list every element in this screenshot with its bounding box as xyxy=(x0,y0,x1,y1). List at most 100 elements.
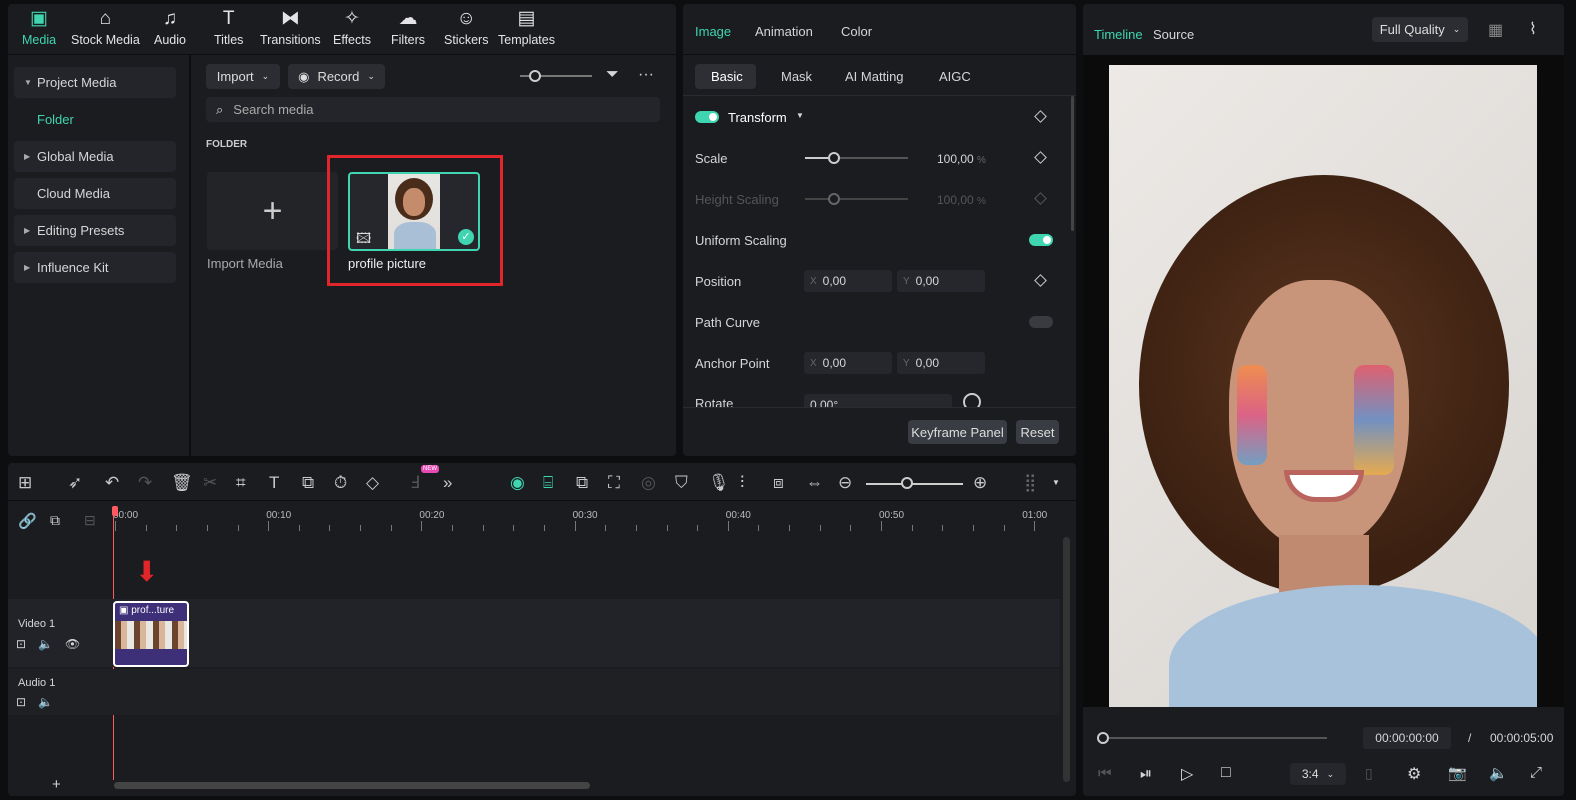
timeline-v-scrollbar[interactable] xyxy=(1063,537,1070,782)
volume-icon[interactable]: 🔈 xyxy=(1489,764,1508,782)
media-clip-thumbnail[interactable]: 🖾 ✓ xyxy=(348,172,480,251)
zoom-in-icon[interactable]: ⊕ xyxy=(973,473,987,493)
select-tool-icon[interactable]: ➶ xyxy=(68,473,82,493)
video-track-controls[interactable]: ⊡🔈👁 xyxy=(16,637,92,651)
position-x-field[interactable]: X 0,00 xyxy=(804,270,892,292)
sidebar-item-project-media[interactable]: ▼ Project Media xyxy=(14,67,176,98)
shape-icon[interactable]: ⧉ xyxy=(302,473,314,493)
import-media-tile[interactable]: + xyxy=(207,172,338,250)
toolbar-templates[interactable]: ▤ Templates xyxy=(498,8,555,47)
zoom-out-icon[interactable]: ⊖ xyxy=(838,473,852,493)
snap-icon[interactable]: ⌸ xyxy=(543,473,553,493)
undo-icon[interactable]: ↶ xyxy=(105,473,119,493)
toolbar-stickers[interactable]: ☺ Stickers xyxy=(444,8,488,47)
rotate-dial-icon[interactable] xyxy=(963,393,981,407)
more-icon[interactable]: ··· xyxy=(638,66,654,84)
subtab-ai-matting[interactable]: AI Matting xyxy=(845,69,904,84)
tab-animation[interactable]: Animation xyxy=(755,24,813,39)
toolbar-filters[interactable]: ☁ Filters xyxy=(391,8,425,47)
audio-track-controls[interactable]: ⊡🔈 xyxy=(16,695,65,709)
link-icon[interactable]: 🔗 xyxy=(18,512,37,530)
preview-progress-knob[interactable] xyxy=(1097,732,1109,744)
lock-icon[interactable]: ⊡ xyxy=(16,637,38,651)
filter-icon[interactable]: ⏷ xyxy=(606,66,619,84)
anchor-y-field[interactable]: Y 0,00 xyxy=(897,352,985,374)
sidebar-item-editing-presets[interactable]: ▶ Editing Presets xyxy=(14,215,176,246)
crop-icon[interactable]: ⌗ xyxy=(236,473,246,493)
caret-down-icon[interactable]: ▼ xyxy=(1052,478,1060,487)
timeline-zoom-slider[interactable] xyxy=(866,483,963,485)
scale-knob[interactable] xyxy=(828,152,840,164)
caret-down-icon[interactable]: ▼ xyxy=(796,111,804,120)
timeline-h-scrollbar[interactable] xyxy=(114,782,590,789)
play-icon[interactable]: ▷ xyxy=(1181,764,1193,784)
search-input[interactable]: ⌕ Search media xyxy=(206,97,660,122)
toolbar-media[interactable]: ▣ Media xyxy=(22,8,56,47)
current-time-field[interactable]: 00:00:00:00 xyxy=(1363,727,1451,749)
step-forward-icon[interactable]: ⏯ xyxy=(1140,765,1152,782)
tab-timeline[interactable]: Timeline xyxy=(1094,27,1143,42)
import-dropdown[interactable]: Import ⌄ xyxy=(206,64,280,89)
inspector-scrollbar[interactable] xyxy=(1071,96,1074,231)
tab-image[interactable]: Image xyxy=(695,24,731,39)
shield-icon[interactable]: ⛉ xyxy=(675,473,688,493)
export-clip-icon[interactable]: ⧉ xyxy=(576,473,588,493)
path-curve-toggle[interactable] xyxy=(1029,316,1053,328)
more-tools-icon[interactable]: » xyxy=(443,473,452,493)
preview-progress-bar[interactable] xyxy=(1103,737,1327,739)
quality-dropdown[interactable]: Full Quality ⌄ xyxy=(1372,17,1468,42)
rotate-field[interactable]: 0,00° xyxy=(804,394,952,407)
mixer-icon[interactable]: ⫶ xyxy=(740,473,744,493)
toolbar-effects[interactable]: ✧ Effects xyxy=(333,8,371,47)
subtab-aigc[interactable]: AIGC xyxy=(939,69,971,84)
speaker-icon[interactable]: 🔈 xyxy=(38,695,65,709)
timeline-zoom-knob[interactable] xyxy=(901,477,913,489)
grid-handle-icon[interactable]: ⣿ xyxy=(1024,473,1036,493)
uniform-scaling-toggle[interactable] xyxy=(1029,234,1053,246)
sidebar-item-cloud-media[interactable]: Cloud Media xyxy=(14,178,176,209)
toolbar-stock-media[interactable]: ⌂ Stock Media xyxy=(71,8,140,47)
subtab-mask[interactable]: Mask xyxy=(781,69,812,84)
video-clip[interactable]: ▣ prof...ture xyxy=(113,601,189,667)
layout-icon[interactable]: ⊞ xyxy=(18,473,32,493)
image-tool-icon[interactable]: ⛶ xyxy=(608,473,620,493)
ai-copilot-icon[interactable]: ◉ xyxy=(510,473,525,493)
tab-source[interactable]: Source xyxy=(1153,27,1194,42)
snapshot-icon[interactable]: 📷 xyxy=(1448,764,1467,782)
toolbar-audio[interactable]: ♫ Audio xyxy=(154,8,186,47)
text-tool-icon[interactable]: T xyxy=(269,473,279,493)
reset-button[interactable]: Reset xyxy=(1016,420,1059,444)
record-dropdown[interactable]: ◉ Record ⌄ xyxy=(288,64,385,89)
ai-tool-icon[interactable]: Ⅎ xyxy=(410,473,420,493)
lock-icon[interactable]: ⊡ xyxy=(16,695,38,709)
eye-icon[interactable]: 👁 xyxy=(65,637,92,651)
toolbar-transitions[interactable]: ⧓ Transitions xyxy=(260,8,321,47)
microphone-icon[interactable]: 🎙 xyxy=(708,473,730,493)
scope-icon[interactable]: ⌇ xyxy=(1529,19,1537,39)
sidebar-item-folder[interactable]: Folder xyxy=(37,112,74,127)
subtab-basic[interactable]: Basic xyxy=(711,69,743,84)
position-y-field[interactable]: Y 0,00 xyxy=(897,270,985,292)
prev-frame-icon[interactable]: ⏮ xyxy=(1098,765,1112,782)
sidebar-item-global-media[interactable]: ▶ Global Media xyxy=(14,141,176,172)
transform-toggle[interactable] xyxy=(695,111,719,123)
slider-knob[interactable] xyxy=(529,70,541,82)
add-track-button[interactable]: + xyxy=(52,776,61,793)
speaker-icon[interactable]: 🔈 xyxy=(38,637,65,651)
scale-value[interactable]: 100,00 % xyxy=(937,152,986,166)
track-layout-icon[interactable]: ⊟ xyxy=(84,512,96,529)
replace-icon[interactable]: ⧈ xyxy=(773,473,784,493)
stop-icon[interactable]: □ xyxy=(1221,764,1231,782)
fullscreen-icon[interactable]: ⤢ xyxy=(1530,764,1542,781)
delete-icon[interactable]: 🗑 xyxy=(171,473,193,493)
aspect-ratio-dropdown[interactable]: 3:4 ⌄ xyxy=(1290,763,1346,785)
keyframe-panel-button[interactable]: Keyframe Panel xyxy=(908,420,1007,444)
fit-icon[interactable]: ⇔ xyxy=(806,473,823,493)
settings-icon[interactable]: ⚙ xyxy=(1407,764,1421,784)
keyframe-icon[interactable]: ◇ xyxy=(366,473,379,493)
grid-view-icon[interactable]: ▦ xyxy=(1488,20,1503,40)
anchor-x-field[interactable]: X 0,00 xyxy=(804,352,892,374)
tab-color[interactable]: Color xyxy=(841,24,872,39)
toolbar-titles[interactable]: T Titles xyxy=(214,8,243,47)
safe-zone-icon[interactable]: ▯ xyxy=(1365,765,1373,782)
